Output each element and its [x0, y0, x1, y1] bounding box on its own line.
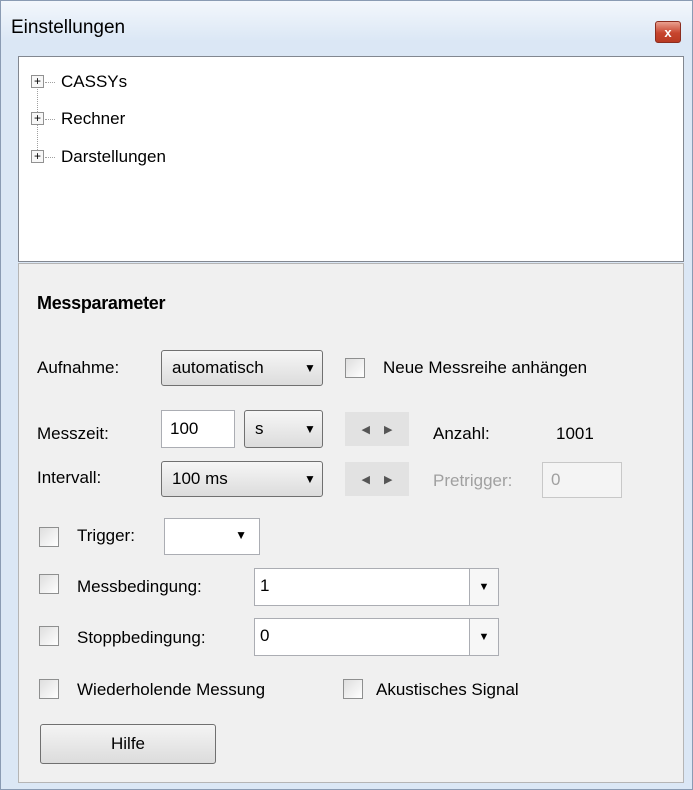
expand-icon[interactable]: + — [31, 150, 44, 163]
close-button[interactable]: x — [655, 21, 681, 43]
chevron-down-icon[interactable]: ▼ — [469, 569, 498, 605]
window-title: Einstellungen — [11, 17, 126, 38]
settings-window: Einstellungen x + CASSYs + Rechner + Dar… — [0, 0, 693, 790]
messzeit-input[interactable]: 100 — [161, 410, 235, 448]
tree-connector — [45, 119, 55, 120]
messzeit-label: Messzeit: — [37, 424, 109, 443]
stoppbedingung-checkbox[interactable] — [39, 626, 59, 646]
measurement-parameters-panel — [18, 263, 684, 783]
help-button-label: Hilfe — [110, 734, 145, 753]
section-title: Messparameter — [37, 293, 166, 313]
stoppbedingung-label[interactable]: Stoppbedingung: — [77, 628, 206, 648]
messbedingung-label[interactable]: Messbedingung: — [77, 577, 202, 597]
close-icon: x — [664, 24, 672, 40]
tree-item-label[interactable]: Darstellungen — [61, 147, 166, 167]
expand-icon[interactable]: + — [31, 112, 44, 125]
arrow-right-icon[interactable]: ▶ — [384, 423, 392, 436]
acoustic-label[interactable]: Akustisches Signal — [376, 680, 519, 700]
messbedingung-value: 1 — [260, 576, 270, 595]
arrow-right-icon[interactable]: ▶ — [384, 473, 392, 486]
pretrigger-value: 0 — [551, 470, 561, 489]
repeat-checkbox[interactable] — [39, 679, 59, 699]
messbedingung-combobox[interactable]: 1 ▼ — [254, 568, 499, 606]
anzahl-label: Anzahl: — [433, 424, 490, 443]
tree-connector — [45, 157, 55, 158]
chevron-down-icon[interactable]: ▼ — [469, 619, 498, 655]
pretrigger-label: Pretrigger: — [433, 471, 513, 490]
aufnahme-value: automatisch — [172, 358, 264, 377]
trigger-label[interactable]: Trigger: — [77, 526, 135, 546]
chevron-down-icon: ▼ — [235, 528, 247, 542]
append-checkbox[interactable] — [345, 358, 365, 378]
aufnahme-label: Aufnahme: — [37, 358, 120, 377]
intervall-label: Intervall: — [37, 468, 102, 487]
chevron-down-icon: ▼ — [304, 472, 316, 486]
stoppbedingung-value: 0 — [260, 626, 270, 645]
stoppbedingung-combobox[interactable]: 0 ▼ — [254, 618, 499, 656]
aufnahme-dropdown[interactable]: automatisch ▼ — [161, 350, 323, 386]
messzeit-value: 100 — [170, 419, 199, 438]
messzeit-unit-value: s — [255, 419, 264, 438]
arrow-left-icon[interactable]: ◀ — [362, 473, 370, 486]
help-button[interactable]: Hilfe — [40, 724, 216, 764]
trigger-dropdown[interactable]: ▼ — [164, 518, 260, 555]
tree-connector — [45, 82, 55, 83]
intervall-dropdown[interactable]: 100 ms ▼ — [161, 461, 323, 497]
expand-icon[interactable]: + — [31, 75, 44, 88]
acoustic-checkbox[interactable] — [343, 679, 363, 699]
repeat-label[interactable]: Wiederholende Messung — [77, 680, 265, 700]
messzeit-spinner[interactable]: ◀ ▶ — [345, 412, 409, 446]
append-label[interactable]: Neue Messreihe anhängen — [383, 358, 587, 378]
tree-item-label[interactable]: CASSYs — [61, 72, 127, 92]
anzahl-value: 1001 — [556, 424, 594, 443]
trigger-checkbox[interactable] — [39, 527, 59, 547]
messzeit-unit-dropdown[interactable]: s ▼ — [244, 410, 323, 448]
tree-item-label[interactable]: Rechner — [61, 109, 125, 129]
messbedingung-checkbox[interactable] — [39, 574, 59, 594]
arrow-left-icon[interactable]: ◀ — [362, 423, 370, 436]
chevron-down-icon: ▼ — [304, 422, 316, 436]
intervall-spinner[interactable]: ◀ ▶ — [345, 462, 409, 496]
pretrigger-input[interactable]: 0 — [542, 462, 622, 498]
chevron-down-icon: ▼ — [304, 361, 316, 375]
intervall-value: 100 ms — [172, 469, 228, 488]
